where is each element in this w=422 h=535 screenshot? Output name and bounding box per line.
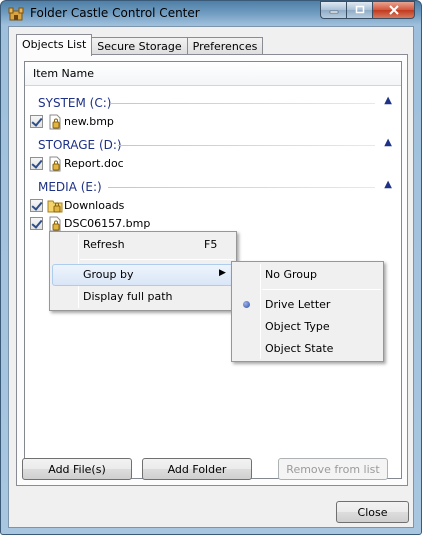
tab-objects-list[interactable]: Objects List — [16, 34, 93, 56]
menu-separator — [262, 289, 381, 290]
menu-item-refresh[interactable]: Refresh F5 — [52, 234, 234, 256]
window-title: Folder Castle Control Center — [30, 6, 200, 20]
item-name: Downloads — [64, 199, 125, 212]
group-label: SYSTEM (C:) — [38, 96, 112, 110]
menu-item-label: Group by — [83, 268, 134, 281]
group-by-submenu: No Group Drive Letter Object Type Object… — [231, 261, 384, 362]
group-label: MEDIA (E:) — [38, 180, 102, 194]
title-bar[interactable]: Folder Castle Control Center — [1, 1, 421, 25]
castle-app-icon — [8, 7, 24, 21]
context-menu: Refresh F5 Group by ▶ Display full path — [49, 231, 237, 311]
maximize-icon — [355, 5, 364, 14]
close-window-button[interactable] — [372, 1, 415, 19]
menu-item-group-by[interactable]: Group by ▶ — [52, 264, 234, 286]
item-checkbox[interactable] — [30, 199, 43, 212]
group-header-media[interactable]: MEDIA (E:) ▲ — [25, 177, 401, 197]
close-button[interactable]: Close — [336, 501, 409, 523]
group-divider — [110, 103, 375, 104]
menu-item-label: Drive Letter — [265, 298, 331, 311]
menu-item-label: No Group — [265, 268, 317, 281]
file-lock-icon — [49, 216, 61, 232]
folder-lock-icon — [47, 200, 63, 213]
column-header-label: Item Name — [33, 67, 94, 80]
item-checkbox[interactable] — [30, 217, 43, 230]
collapse-icon[interactable]: ▲ — [384, 95, 392, 106]
group-divider — [118, 145, 375, 146]
item-name: Report.doc — [64, 157, 124, 170]
collapse-icon[interactable]: ▲ — [384, 137, 392, 148]
group-label: STORAGE (D:) — [38, 138, 122, 152]
remove-from-list-button[interactable]: Remove from list — [278, 458, 388, 480]
list-item[interactable]: new.bmp — [30, 113, 230, 131]
maximize-button[interactable] — [346, 1, 372, 19]
group-divider — [108, 187, 375, 188]
file-lock-icon — [49, 114, 61, 130]
item-checkbox[interactable] — [30, 115, 43, 128]
minimize-icon — [329, 10, 338, 14]
caption-buttons — [320, 1, 415, 20]
menu-item-drive-letter[interactable]: Drive Letter — [234, 294, 381, 316]
list-item[interactable]: Report.doc — [30, 155, 230, 173]
group-header-storage[interactable]: STORAGE (D:) ▲ — [25, 135, 401, 155]
menu-item-object-type[interactable]: Object Type — [234, 316, 381, 338]
close-icon — [388, 5, 399, 15]
menu-item-display-full-path[interactable]: Display full path — [52, 286, 234, 308]
menu-item-label: Object Type — [265, 320, 330, 333]
menu-item-object-state[interactable]: Object State — [234, 338, 381, 360]
menu-item-label: Refresh — [83, 238, 125, 251]
group-header-system[interactable]: SYSTEM (C:) ▲ — [25, 93, 401, 113]
menu-accelerator: F5 — [204, 238, 218, 251]
menu-separator — [80, 259, 234, 260]
item-name: new.bmp — [64, 115, 114, 128]
list-item[interactable]: Downloads — [30, 197, 230, 215]
column-header-item-name[interactable]: Item Name — [25, 62, 401, 86]
menu-item-label: Display full path — [83, 290, 173, 303]
item-name: DSC06157.bmp — [64, 217, 151, 230]
menu-item-label: Object State — [265, 342, 334, 355]
add-files-button[interactable]: Add File(s) — [22, 458, 132, 480]
add-folder-button[interactable]: Add Folder — [142, 458, 252, 480]
submenu-arrow-icon: ▶ — [219, 268, 226, 278]
minimize-button[interactable] — [320, 1, 346, 19]
collapse-icon[interactable]: ▲ — [384, 179, 392, 190]
item-checkbox[interactable] — [30, 157, 43, 170]
radio-selected-icon — [243, 301, 250, 308]
file-lock-icon — [49, 156, 61, 172]
app-window: Folder Castle Control Center Objects Lis… — [0, 0, 422, 535]
tab-strip: Objects List Secure Storage Preferences — [16, 34, 264, 56]
menu-item-no-group[interactable]: No Group — [234, 264, 381, 286]
